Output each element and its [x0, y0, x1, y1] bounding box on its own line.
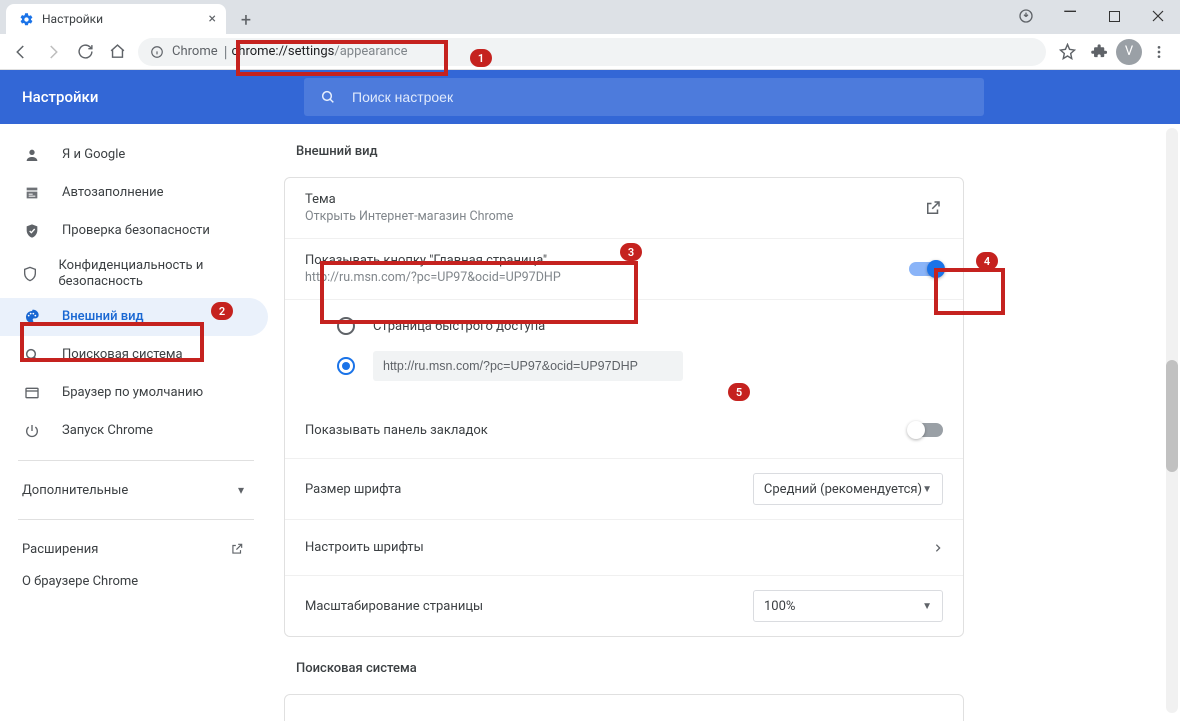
nav-reload-button[interactable] [70, 37, 100, 67]
caret-down-icon: ▼ [922, 601, 932, 612]
sidebar-item-privacy[interactable]: Конфиденциальность и безопасность [0, 250, 268, 298]
content-scrollbar-thumb[interactable] [1166, 360, 1178, 472]
person-icon [22, 147, 42, 163]
extensions-button[interactable] [1084, 37, 1114, 67]
nav-home-button[interactable] [102, 37, 132, 67]
autofill-icon [22, 185, 42, 201]
sidebar-advanced-toggle[interactable]: Дополнительные ▾ [0, 471, 284, 509]
radio-unchecked-icon[interactable] [337, 317, 355, 335]
appearance-card: Тема Открыть Интернет-магазин Chrome Пок… [284, 177, 964, 637]
search-icon [22, 347, 42, 363]
sidebar-item-label: Конфиденциальность и безопасность [58, 258, 250, 289]
caret-down-icon: ▼ [922, 484, 932, 495]
settings-sidebar: Я и Google Автозаполнение Проверка безоп… [0, 124, 284, 721]
page-zoom-select[interactable]: 100% ▼ [753, 590, 943, 622]
settings-content: Внешний вид Тема Открыть Интернет-магази… [284, 124, 1180, 721]
profile-avatar-button[interactable]: V [1116, 39, 1142, 65]
shield-check-icon [22, 223, 42, 239]
settings-favicon [18, 11, 34, 27]
font-size-row: Размер шрифта Средний (рекомендуется) ▼ [285, 458, 963, 519]
shield-icon [22, 266, 38, 282]
window-minimize-button[interactable]: — [1048, 0, 1092, 28]
site-info-icon[interactable] [150, 45, 164, 59]
home-page-option-ntp[interactable]: Страница быстрого доступа [337, 306, 943, 346]
chevron-down-icon: ▾ [238, 483, 244, 497]
home-page-radio-group: Страница быстрого доступа [285, 299, 963, 402]
settings-search-box[interactable] [304, 78, 984, 116]
home-button-title: Показывать кнопку "Главная страница" [305, 253, 561, 268]
sidebar-item-label: Браузер по умолчанию [62, 385, 203, 401]
address-bar[interactable]: Chrome | chrome://settings/appearance [138, 38, 1046, 66]
sidebar-item-label: Запуск Chrome [62, 423, 153, 439]
palette-icon [22, 309, 42, 325]
sidebar-item-label: Внешний вид [62, 309, 144, 325]
settings-header: Настройки [0, 70, 1180, 124]
sidebar-item-appearance[interactable]: Внешний вид [0, 298, 268, 336]
sidebar-divider [18, 519, 254, 520]
theme-subtitle: Открыть Интернет-магазин Chrome [305, 209, 513, 224]
sidebar-about-label: О браузере Chrome [22, 574, 138, 589]
window-maximize-button[interactable] [1092, 0, 1136, 32]
bookmark-star-button[interactable] [1052, 37, 1082, 67]
option-ntp-label: Страница быстрого доступа [373, 319, 545, 334]
radio-checked-icon[interactable] [337, 357, 355, 375]
browser-menu-button[interactable] [1144, 37, 1174, 67]
search-icon [320, 89, 336, 105]
downloads-indicator[interactable] [1004, 0, 1048, 32]
search-engine-card [284, 694, 964, 721]
page-zoom-title: Масштабирование страницы [305, 599, 483, 614]
sidebar-advanced-label: Дополнительные [22, 483, 128, 498]
theme-title: Тема [305, 192, 513, 207]
sidebar-item-label: Проверка безопасности [62, 223, 210, 239]
sidebar-item-on-startup[interactable]: Запуск Chrome [0, 412, 268, 450]
section-title-appearance: Внешний вид [296, 144, 1180, 159]
browser-tab[interactable]: Настройки × [6, 4, 226, 34]
home-button-row: Показывать кнопку "Главная страница" htt… [285, 238, 963, 299]
nav-forward-button[interactable] [38, 37, 68, 67]
tab-bar: Настройки × + [0, 0, 1180, 34]
custom-fonts-row[interactable]: Настроить шрифты [285, 519, 963, 575]
sidebar-divider [18, 460, 254, 461]
theme-row[interactable]: Тема Открыть Интернет-магазин Chrome [285, 178, 963, 238]
sidebar-item-default-browser[interactable]: Браузер по умолчанию [0, 374, 268, 412]
omnibox-prefix: Chrome [172, 44, 218, 59]
home-page-custom-url-input[interactable] [373, 351, 683, 381]
power-icon [22, 423, 42, 439]
font-size-value: Средний (рекомендуется) [764, 482, 922, 497]
tab-title: Настройки [42, 12, 205, 26]
sidebar-item-safety-check[interactable]: Проверка безопасности [0, 212, 268, 250]
chevron-right-icon [933, 541, 943, 555]
sidebar-item-label: Поисковая система [62, 347, 183, 363]
sidebar-item-autofill[interactable]: Автозаполнение [0, 174, 268, 212]
external-link-icon [923, 198, 943, 218]
font-size-select[interactable]: Средний (рекомендуется) ▼ [753, 473, 943, 505]
browser-toolbar: Chrome | chrome://settings/appearance V [0, 34, 1180, 70]
settings-header-title: Настройки [0, 88, 304, 106]
bookmarks-bar-toggle[interactable] [909, 423, 943, 437]
sidebar-item-about[interactable]: О браузере Chrome [0, 568, 284, 595]
nav-back-button[interactable] [6, 37, 36, 67]
window-icon [22, 385, 42, 401]
home-button-toggle[interactable] [909, 262, 943, 276]
sidebar-item-label: Я и Google [62, 147, 125, 163]
home-button-subtitle: http://ru.msn.com/?pc=UP97&ocid=UP97DHP [305, 270, 561, 285]
new-tab-button[interactable]: + [232, 6, 260, 34]
sidebar-extensions-label: Расширения [22, 542, 98, 557]
section-title-search-engine: Поисковая система [296, 661, 1180, 676]
home-page-option-custom[interactable] [337, 346, 943, 386]
bookmarks-bar-row: Показывать панель закладок [285, 402, 963, 458]
sidebar-item-label: Автозаполнение [62, 185, 164, 201]
sidebar-item-search-engine[interactable]: Поисковая система [0, 336, 268, 374]
custom-fonts-title: Настроить шрифты [305, 540, 424, 555]
bookmarks-bar-title: Показывать панель закладок [305, 423, 488, 438]
sidebar-item-you-and-google[interactable]: Я и Google [0, 136, 268, 174]
window-close-button[interactable] [1136, 0, 1180, 32]
settings-search-input[interactable] [350, 88, 968, 106]
external-link-icon [230, 542, 244, 556]
page-zoom-value: 100% [764, 599, 795, 614]
sidebar-item-extensions[interactable]: Расширения [0, 530, 284, 568]
page-zoom-row: Масштабирование страницы 100% ▼ [285, 575, 963, 636]
font-size-title: Размер шрифта [305, 482, 401, 497]
tab-close-button[interactable]: × [209, 11, 216, 27]
